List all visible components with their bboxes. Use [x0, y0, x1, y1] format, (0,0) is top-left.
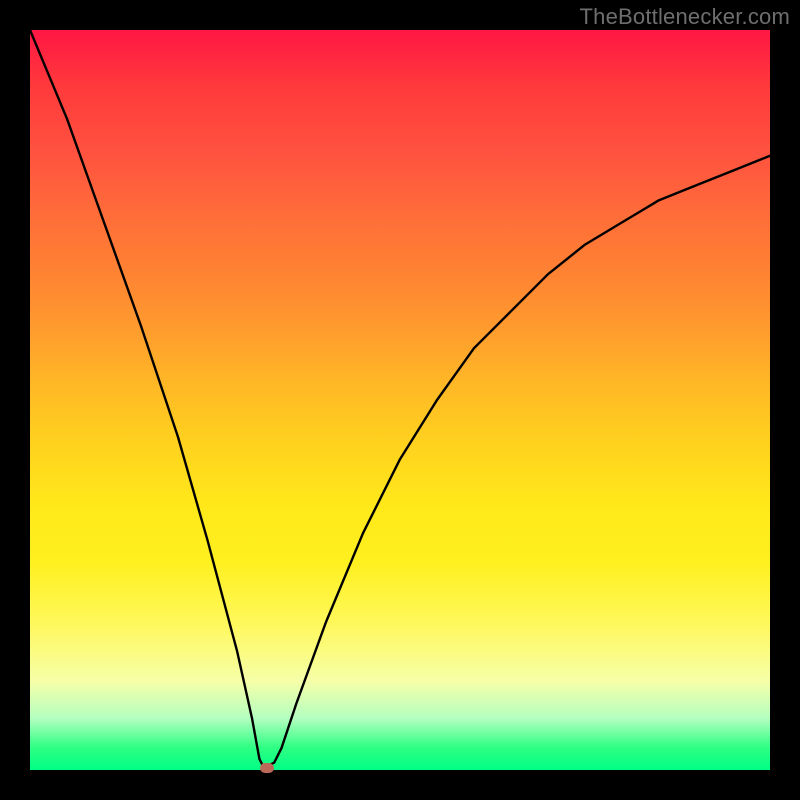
- optimum-marker: [260, 763, 274, 773]
- bottleneck-curve: [30, 30, 770, 766]
- chart-frame: TheBottlenecker.com: [0, 0, 800, 800]
- watermark-text: TheBottlenecker.com: [580, 4, 790, 30]
- chart-curve-svg: [30, 30, 770, 770]
